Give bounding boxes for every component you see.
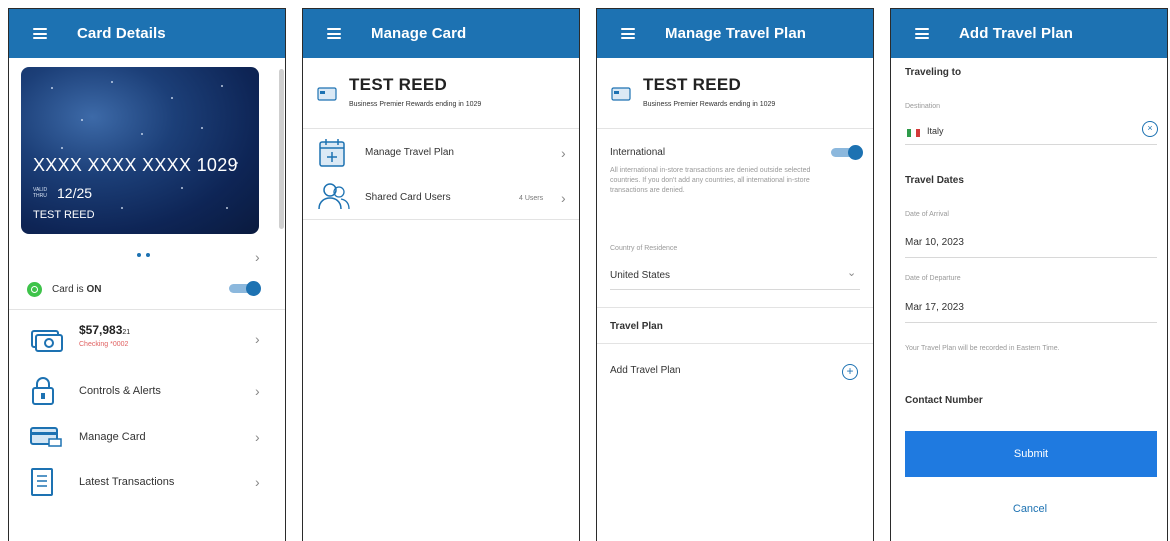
users-icon [318,183,350,210]
page-title: Manage Card [371,25,467,42]
chevron-right-icon: › [255,331,260,347]
menu-item-label: Manage Card [79,431,146,443]
divider [303,128,579,129]
residence-select[interactable]: United States [610,270,670,281]
chevron-right-icon: › [255,474,260,490]
menu-icon[interactable] [327,28,341,39]
travel-dates-heading: Travel Dates [905,175,964,186]
destination-label: Destination [905,103,941,110]
arrival-label: Date of Arrival [905,211,949,218]
balance-amount: $57,98321 [79,323,131,337]
card-holder-name: TEST REED [643,75,742,94]
menu-item-label: Manage Travel Plan [365,147,454,158]
chevron-right-icon: › [255,383,260,399]
users-count: 4 Users [519,195,544,202]
international-description: All international in-store transactions … [610,167,811,194]
timezone-note: Your Travel Plan will be recorded in Eas… [905,345,1060,352]
departure-label: Date of Departure [905,275,961,282]
chevron-down-icon[interactable]: ⌄ [847,266,856,279]
balance-item[interactable]: $57,98321 Checking *0002 › [9,317,285,361]
divider [597,128,873,129]
menu-item-manage-card[interactable]: Manage Card › [9,415,285,459]
submit-button[interactable]: Submit [905,431,1157,477]
arrival-date-field[interactable]: Mar 10, 2023 [905,237,964,248]
manage-travel-plan-screen: Manage Travel Plan TEST REED Business Pr… [596,8,874,541]
card-holder-name: TEST REED [33,209,95,221]
card-number: XXXX XXXX XXXX 1029 [33,155,238,175]
carousel-dot[interactable] [137,253,141,257]
card-icon [611,87,631,101]
chevron-right-icon: › [561,145,566,161]
departure-date-field[interactable]: Mar 17, 2023 [905,302,964,313]
card-holder-header: TEST REED Business Premier Rewards endin… [597,58,873,128]
card-holder-name: TEST REED [349,75,448,94]
manage-card-screen: Manage Card TEST REED Business Premier R… [302,8,580,541]
receipt-icon [31,468,53,496]
power-icon [27,281,42,297]
divider [9,309,285,310]
card-description: Business Premier Rewards ending in 1029 [643,101,776,108]
international-label: International [610,147,666,158]
field-underline [905,322,1157,323]
clear-icon[interactable]: × [1142,121,1158,137]
field-underline [610,289,860,290]
international-toggle[interactable] [831,145,863,160]
card-details-screen: Card Details XXXX XXXX XXXX 1029 VALID T… [8,8,286,541]
card-on-toggle[interactable] [229,281,261,296]
app-bar: Manage Travel Plan [597,9,873,58]
card-description: Business Premier Rewards ending in 1029 [349,101,482,108]
menu-icon[interactable] [915,28,929,39]
card-icon [30,427,62,447]
residence-label: Country of Residence [610,245,678,252]
menu-item-label: Shared Card Users [365,192,451,203]
page-title: Add Travel Plan [959,25,1074,42]
calendar-icon [319,139,345,167]
divider [597,343,873,344]
cancel-button[interactable]: Cancel [891,503,1167,515]
lock-icon [32,377,54,405]
page-title: Manage Travel Plan [665,25,807,42]
carousel-dot[interactable] [146,253,150,257]
app-bar: Add Travel Plan [891,9,1167,58]
menu-icon[interactable] [33,28,47,39]
account-label: Checking *0002 [79,341,129,348]
manage-travel-plan-item[interactable]: Manage Travel Plan › [303,131,579,175]
card-expiry-label: VALID THRU [33,187,48,199]
field-underline [905,257,1157,258]
divider [303,219,579,220]
add-travel-plan-link[interactable]: Add Travel Plan [610,365,681,376]
carousel-dots[interactable] [137,253,150,257]
money-icon [31,330,63,352]
credit-card-image[interactable]: XXXX XXXX XXXX 1029 VALID THRU 12/25 TES… [21,67,259,234]
field-underline [905,144,1157,145]
italy-flag-icon [907,129,920,137]
menu-item-label: Controls & Alerts [79,385,161,397]
destination-value[interactable]: Italy [927,126,944,136]
chevron-right-icon: › [561,190,566,206]
scrollbar[interactable] [279,69,284,229]
menu-item-latest-transactions[interactable]: Latest Transactions › [9,460,285,504]
add-travel-plan-screen: Add Travel Plan Traveling to Destination… [890,8,1168,541]
traveling-to-heading: Traveling to [905,67,962,78]
travel-plan-heading: Travel Plan [610,321,663,332]
card-status-text: Card is ON [52,283,102,295]
menu-item-controls-alerts[interactable]: Controls & Alerts › [9,369,285,413]
chevron-right-icon[interactable]: › [255,249,260,265]
add-circle-icon[interactable]: + [842,364,858,380]
menu-icon[interactable] [621,28,635,39]
card-expiry: 12/25 [57,185,93,201]
app-bar: Manage Card [303,9,579,58]
page-title: Card Details [77,25,166,42]
chevron-right-icon: › [255,429,260,445]
shared-card-users-item[interactable]: Shared Card Users 4 Users › [303,175,579,219]
card-icon [317,87,337,101]
app-bar: Card Details [9,9,285,58]
divider [597,307,873,308]
menu-item-label: Latest Transactions [79,476,175,488]
contact-number-heading: Contact Number [905,395,983,406]
card-holder-header: TEST REED Business Premier Rewards endin… [303,58,579,128]
